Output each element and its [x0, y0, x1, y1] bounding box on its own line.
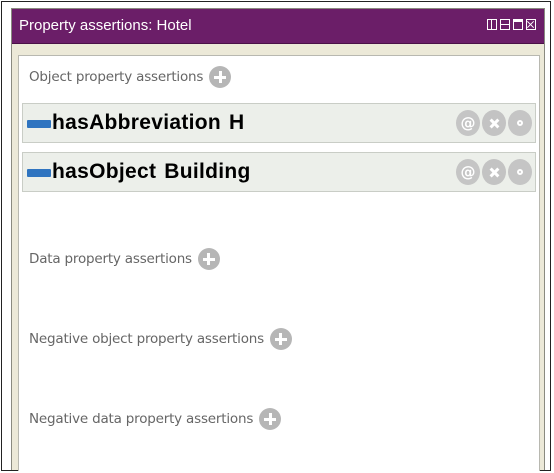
annotate-icon[interactable]: @ [456, 110, 480, 136]
assertion-value: H [229, 111, 245, 134]
add-data-property-assertion-button[interactable] [197, 248, 220, 270]
section-label: Data property assertions [29, 251, 192, 267]
object-property-icon [27, 169, 51, 177]
delete-icon[interactable] [482, 110, 506, 136]
assertion-text: hasObject Building [52, 160, 251, 184]
row-buttons: @ [456, 159, 532, 185]
section-label: Object property assertions [29, 69, 204, 85]
explain-icon[interactable] [508, 159, 532, 185]
view-titlebar: Property assertions: Hotel [12, 9, 544, 44]
assertion-property: hasObject [52, 160, 157, 183]
negative-data-property-assertions-header: Negative data property assertions [29, 408, 282, 430]
object-property-icon [27, 120, 51, 128]
split-view-icon[interactable] [487, 19, 497, 30]
section-label: Negative object property assertions [29, 331, 264, 347]
data-property-assertions-header: Data property assertions [29, 248, 220, 270]
row-buttons: @ [456, 110, 532, 136]
delete-icon[interactable] [482, 159, 506, 185]
assertion-property: hasAbbreviation [52, 111, 222, 134]
view-title: Property assertions: Hotel [19, 17, 192, 34]
assertion-row[interactable]: hasAbbreviation H @ [22, 103, 536, 143]
horizontal-split-icon[interactable] [500, 19, 510, 30]
add-negative-object-property-assertion-button[interactable] [269, 328, 292, 350]
assertion-text: hasAbbreviation H [52, 111, 245, 135]
maximize-icon[interactable] [513, 19, 523, 30]
annotate-icon[interactable]: @ [456, 159, 480, 185]
property-assertions-view: Property assertions: Hotel Object proper… [11, 8, 545, 471]
assertions-panel: Object property assertions hasAbbreviati… [18, 55, 540, 471]
close-icon[interactable] [526, 19, 536, 30]
section-label: Negative data property assertions [29, 411, 254, 427]
add-negative-data-property-assertion-button[interactable] [259, 408, 282, 430]
explain-icon[interactable] [508, 110, 532, 136]
assertion-row[interactable]: hasObject Building @ [22, 152, 536, 192]
outer-border: Property assertions: Hotel Object proper… [1, 1, 551, 471]
assertion-value: Building [164, 160, 251, 183]
view-controls [487, 19, 536, 30]
object-property-assertions-header: Object property assertions [29, 66, 232, 88]
negative-object-property-assertions-header: Negative object property assertions [29, 328, 292, 350]
add-object-property-assertion-button[interactable] [209, 66, 232, 88]
